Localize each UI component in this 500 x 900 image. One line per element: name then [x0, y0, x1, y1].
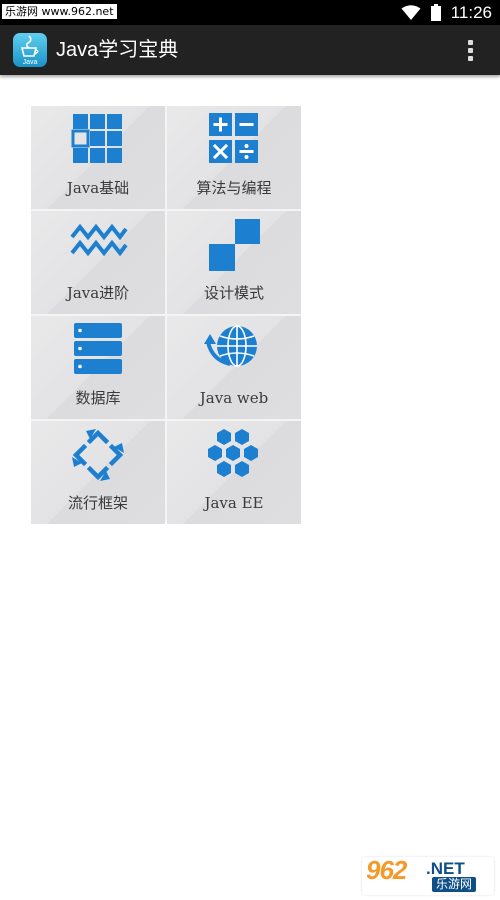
tile-label: Java EE	[204, 494, 264, 512]
status-time: 11:26	[450, 3, 492, 22]
status-bar: 乐游网 www.962.net 11:26	[0, 0, 500, 25]
watermark-text: 乐游网 www.962.net	[2, 4, 117, 19]
svg-text:Java: Java	[23, 59, 38, 66]
tile-label: Java进阶	[66, 284, 130, 302]
tile-label: 流行框架	[67, 494, 128, 512]
watermark-site: 乐游网	[432, 877, 477, 892]
tile-frameworks[interactable]: 流行框架	[31, 421, 165, 524]
tile-java-basics[interactable]: Java基础	[31, 106, 165, 209]
battery-icon	[430, 4, 441, 21]
app-bar: Java Java学习宝典	[0, 25, 500, 75]
java-cup-icon: Java	[13, 33, 47, 67]
watermark-net: .NET	[426, 859, 465, 878]
watermark-number: 962	[366, 855, 407, 885]
tile-database[interactable]: 数据库	[31, 316, 165, 419]
arrows-cycle-icon	[72, 429, 124, 481]
tile-design-patterns[interactable]: 设计模式	[167, 211, 301, 314]
globe-icon	[204, 325, 257, 367]
tile-java-ee[interactable]: Java EE	[167, 421, 301, 524]
tile-label: 算法与编程	[196, 179, 272, 197]
tile-label: 数据库	[75, 389, 121, 407]
menu-grid: Java基础 算法与编程 Java进阶 设计模式 数据库 Java web 流行…	[31, 106, 301, 524]
hexagons-icon	[208, 429, 258, 477]
wifi-icon	[401, 4, 421, 20]
zigzag-icon	[70, 223, 128, 257]
tile-label: Java基础	[66, 179, 130, 197]
database-icon	[74, 323, 122, 374]
calculator-icon	[209, 113, 258, 163]
tile-label: 设计模式	[203, 284, 264, 302]
tile-algorithms[interactable]: 算法与编程	[167, 106, 301, 209]
squares-pattern-icon	[209, 219, 260, 271]
tile-java-web[interactable]: Java web	[167, 316, 301, 419]
grid-icon	[71, 114, 122, 163]
watermark-logo: 962 .NET 乐游网	[362, 855, 494, 895]
status-icons: 11:26	[401, 2, 492, 23]
tile-java-advanced[interactable]: Java进阶	[31, 211, 165, 314]
app-title: Java学习宝典	[56, 39, 179, 61]
overflow-menu-icon[interactable]	[462, 38, 478, 64]
tile-label: Java web	[199, 389, 269, 407]
